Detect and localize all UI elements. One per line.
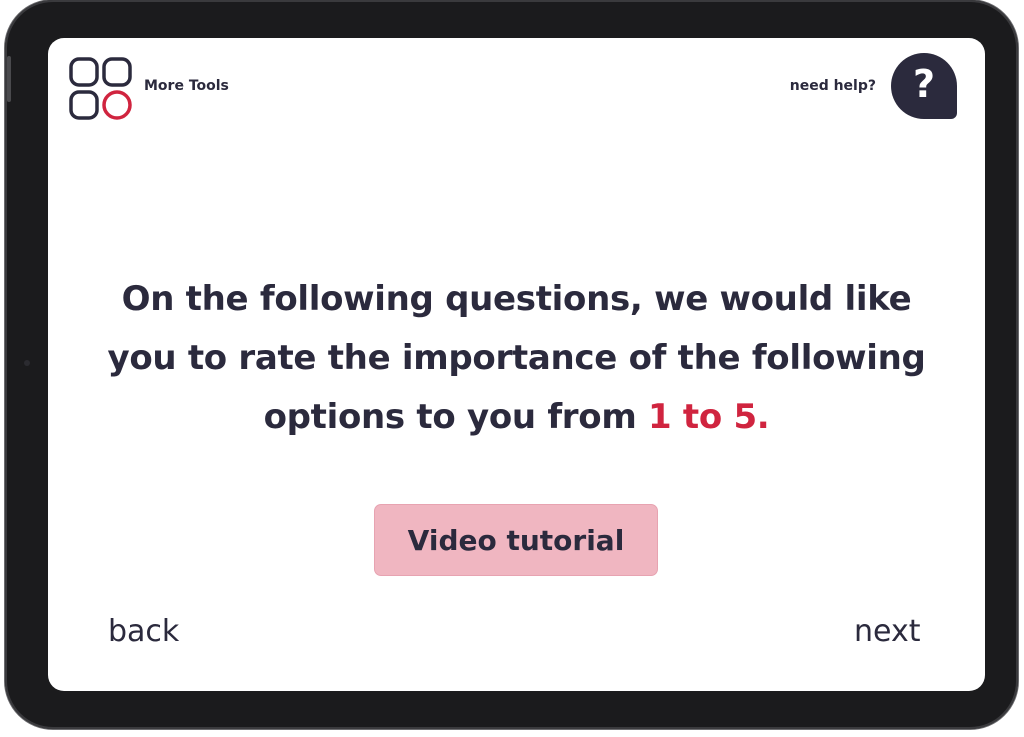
tablet-side-button [7, 56, 11, 102]
help-button[interactable]: ? [891, 53, 957, 119]
question-text: On the following questions, we would lik… [88, 270, 945, 447]
need-help-link[interactable]: need help? [790, 78, 876, 94]
rating-range-highlight: 1 to 5. [648, 397, 770, 437]
question-mark-icon: ? [912, 62, 936, 106]
question-body: On the following questions, we would lik… [107, 279, 926, 437]
tablet-camera [24, 360, 30, 366]
more-tools-link[interactable]: More Tools [144, 78, 229, 94]
grid-tools-icon[interactable] [69, 57, 133, 121]
app-screen: More Tools need help? ? On the following… [48, 38, 985, 691]
next-button[interactable]: next [854, 614, 920, 649]
tablet-frame: More Tools need help? ? On the following… [5, 0, 1018, 729]
back-button[interactable]: back [108, 614, 179, 649]
video-tutorial-button[interactable]: Video tutorial [374, 504, 658, 576]
